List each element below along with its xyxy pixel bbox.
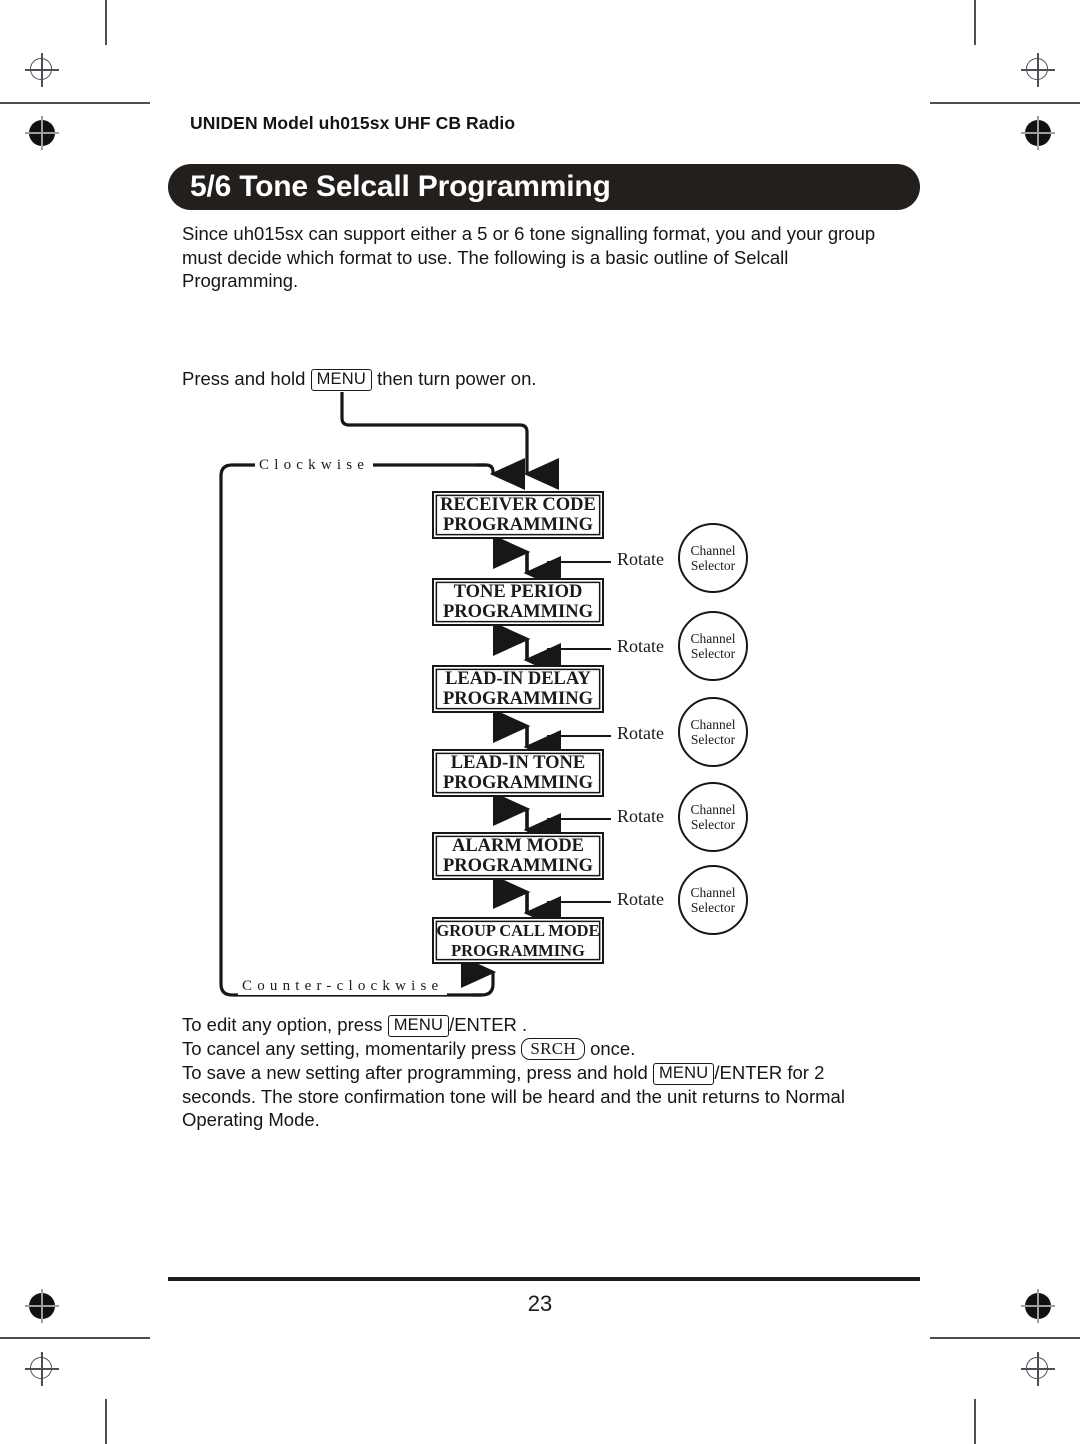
clockwise-label: Clockwise [255, 457, 374, 474]
menu-key-badge-note1[interactable]: MENU [387, 1015, 450, 1037]
press-and-hold-instruction: Press and hold MENU then turn power on. [182, 367, 537, 391]
channel-selector-knob-5[interactable]: Channel Selector [678, 865, 748, 935]
rotate-label-5: Rotate [617, 889, 664, 909]
registration-mark-open-bottom-left [25, 1352, 59, 1386]
running-head: UNIDEN Model uh015sx UHF CB Radio [190, 113, 516, 133]
rotate-label-1: Rotate [617, 549, 664, 569]
bottom-notes: To edit any option, press MENU/ENTER . T… [182, 1013, 894, 1132]
crop-mark-bottom-right [974, 1399, 976, 1444]
note1-suffix: /ENTER . [449, 1014, 528, 1035]
page-number: 23 [527, 1291, 553, 1316]
registration-mark-filled-top-right [1021, 116, 1055, 150]
channel-selector-knob-2[interactable]: Channel Selector [678, 611, 748, 681]
crop-mark-top-left [105, 0, 107, 45]
selcall-flow-diagram [219, 392, 561, 997]
channel-selector-line1: Channel [690, 802, 736, 817]
flow-step-line1: GROUP CALL MODE [436, 920, 600, 940]
note-line-1: To edit any option, press MENU/ENTER . [182, 1013, 894, 1037]
crop-mark-top-right [974, 0, 976, 45]
page-title: 5/6 Tone Selcall Programming [190, 170, 611, 203]
rotate-label-2: Rotate [617, 636, 664, 656]
channel-selector-line2: Selector [690, 817, 736, 832]
rotate-label-3: Rotate [617, 723, 664, 743]
flow-step-line1: RECEIVER CODE [440, 495, 596, 515]
rotate-label-4: Rotate [617, 806, 664, 826]
menu-key-badge[interactable]: MENU [310, 369, 372, 391]
flow-step-line1: LEAD-IN TONE [450, 753, 586, 773]
flow-step-line1: TONE PERIOD [453, 582, 583, 602]
channel-selector-knob-3[interactable]: Channel Selector [678, 697, 748, 767]
flow-step-alarm-mode: ALARM MODE PROGRAMMING [432, 832, 604, 880]
channel-selector-knob-1[interactable]: Channel Selector [678, 523, 748, 593]
flow-step-line2: PROGRAMMING [442, 602, 594, 622]
rotate-connector-line-5 [547, 901, 611, 904]
flow-step-tone-period: TONE PERIOD PROGRAMMING [432, 578, 604, 626]
channel-selector-line2: Selector [690, 558, 736, 573]
rotate-connector-line-1 [547, 561, 611, 564]
press-instruction-suffix: then turn power on. [377, 368, 537, 389]
flow-step-lead-in-delay: LEAD-IN DELAY PROGRAMMING [432, 665, 604, 713]
channel-selector-line1: Channel [690, 631, 736, 646]
crop-rule-bottom-right [930, 1337, 1080, 1339]
note3-prefix: To save a new setting after programming,… [182, 1061, 648, 1083]
note2-suffix: once. [590, 1038, 636, 1059]
note2-prefix: To cancel any setting, momentarily press [182, 1038, 517, 1059]
flow-step-line2: PROGRAMMING [442, 689, 594, 709]
channel-selector-line1: Channel [690, 885, 736, 900]
channel-selector-line2: Selector [690, 732, 736, 747]
crop-rule-bottom-left [0, 1337, 150, 1339]
channel-selector-line1: Channel [690, 717, 736, 732]
flow-step-lead-in-tone: LEAD-IN TONE PROGRAMMING [432, 749, 604, 797]
flow-step-line2: PROGRAMMING [442, 856, 594, 876]
flow-step-line1: ALARM MODE [451, 836, 585, 856]
crop-mark-bottom-left [105, 1399, 107, 1444]
crop-rule-top-right [930, 102, 1080, 104]
registration-mark-open-top-left [25, 53, 59, 87]
channel-selector-line2: Selector [690, 646, 736, 661]
note-line-3: To save a new setting after programming,… [182, 1061, 894, 1132]
registration-mark-open-top-right [1021, 53, 1055, 87]
rotate-connector-line-4 [547, 818, 611, 821]
rotate-connector-line-3 [547, 735, 611, 738]
note-line-2: To cancel any setting, momentarily press… [182, 1037, 894, 1061]
channel-selector-knob-4[interactable]: Channel Selector [678, 782, 748, 852]
note1-prefix: To edit any option, press [182, 1014, 383, 1035]
flow-step-receiver-code: RECEIVER CODE PROGRAMMING [432, 491, 604, 539]
counter-clockwise-label: Counter-clockwise [238, 978, 448, 995]
channel-selector-line2: Selector [690, 900, 736, 915]
flow-step-group-call-mode: GROUP CALL MODE PROGRAMMING [432, 917, 604, 964]
channel-selector-line1: Channel [690, 543, 736, 558]
menu-key-badge-note3[interactable]: MENU [652, 1062, 715, 1085]
crop-rule-top-left [0, 102, 150, 104]
flow-step-line1: LEAD-IN DELAY [445, 669, 591, 689]
srch-key-badge[interactable]: SRCH [521, 1038, 585, 1060]
intro-paragraph: Since uh015sx can support either a 5 or … [182, 223, 876, 291]
page-title-banner: 5/6 Tone Selcall Programming [168, 164, 920, 210]
flow-step-line2: PROGRAMMING [442, 515, 594, 535]
footer-rule [168, 1277, 920, 1281]
registration-mark-filled-top-left [25, 116, 59, 150]
flow-step-line2: PROGRAMMING [451, 940, 585, 960]
press-instruction-prefix: Press and hold [182, 368, 306, 389]
flow-step-line2: PROGRAMMING [442, 773, 594, 793]
registration-mark-open-bottom-right [1021, 1352, 1055, 1386]
rotate-connector-line-2 [547, 648, 611, 651]
